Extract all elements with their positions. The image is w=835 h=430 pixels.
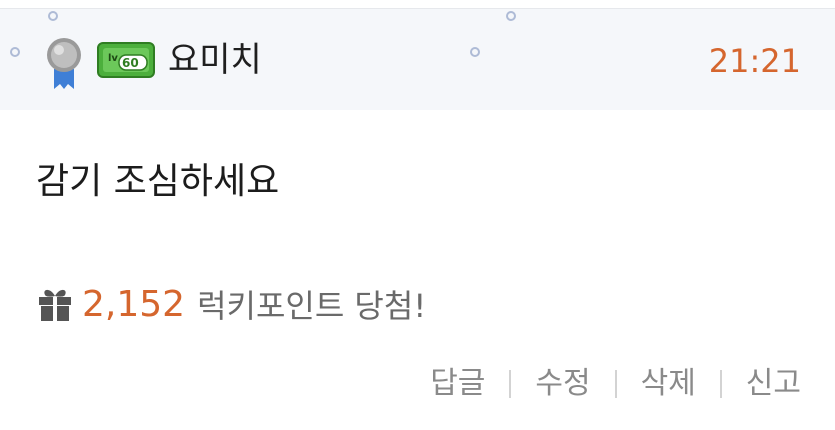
edit-button[interactable]: 수정 bbox=[535, 362, 590, 406]
reply-button[interactable]: 답글 bbox=[430, 362, 485, 406]
action-divider bbox=[614, 370, 617, 398]
decoration-ring-icon bbox=[506, 11, 516, 21]
decoration-ring-icon bbox=[48, 11, 58, 21]
medal-icon bbox=[47, 38, 81, 89]
decoration-ring-icon bbox=[470, 47, 480, 57]
username[interactable]: 요미치 bbox=[168, 38, 262, 82]
report-button[interactable]: 신고 bbox=[746, 362, 801, 406]
comment-actions: 답글 수정 삭제 신고 bbox=[430, 362, 801, 406]
svg-text:60: 60 bbox=[122, 56, 139, 70]
lucky-points-row: 2,152 럭키포인트 당첨! bbox=[36, 280, 426, 328]
comment-timestamp: 21:21 bbox=[708, 42, 801, 80]
action-divider bbox=[719, 370, 722, 398]
level-badge-icon: lv 60 bbox=[97, 42, 155, 78]
comment-body: 감기 조심하세요 bbox=[36, 161, 280, 202]
delete-button[interactable]: 삭제 bbox=[641, 362, 696, 406]
action-divider bbox=[509, 370, 512, 398]
lucky-points-value: 2,152 bbox=[82, 283, 186, 325]
svg-text:lv: lv bbox=[108, 53, 118, 64]
lucky-points-label: 럭키포인트 당첨! bbox=[197, 287, 427, 325]
top-divider bbox=[0, 0, 835, 9]
gift-icon bbox=[39, 289, 71, 321]
decoration-ring-icon bbox=[10, 47, 20, 57]
